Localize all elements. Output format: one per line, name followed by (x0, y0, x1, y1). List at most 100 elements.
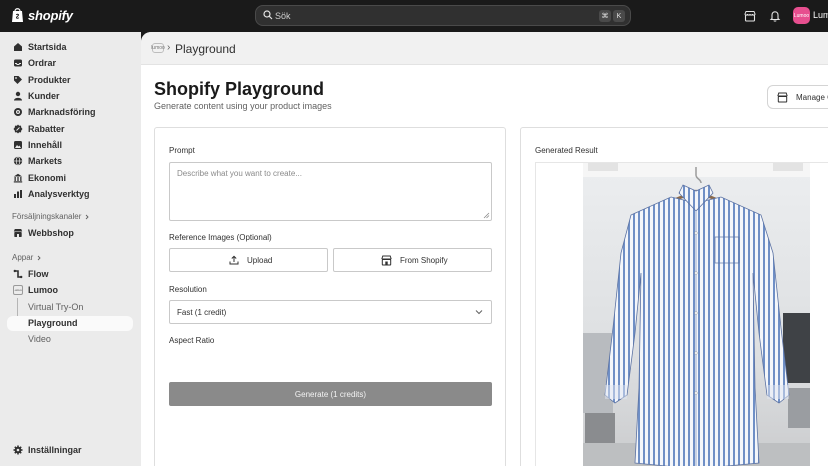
sidebar-item-label: Innehåll (28, 140, 63, 150)
search-input[interactable] (275, 6, 575, 25)
prompt-input[interactable] (169, 162, 492, 221)
apps-header[interactable]: Appar (12, 253, 42, 262)
person-icon (14, 91, 22, 101)
upload-label: Upload (247, 256, 273, 265)
sidebar-item-label: Analysverktyg (28, 189, 90, 199)
from-shopify-label: From Shopify (400, 256, 448, 265)
shopify-bag-icon (12, 8, 23, 22)
sidebar-item-startsida[interactable]: Startsida (7, 40, 133, 55)
shortcut-key-k: K (613, 10, 625, 22)
chevron-right-icon (38, 255, 41, 260)
generated-result-title: Generated Result (535, 146, 598, 155)
generated-result-card: Generated Result (520, 127, 828, 466)
sidebar-item-markets[interactable]: Markets (7, 154, 133, 169)
reference-images-label: Reference Images (Optional) (169, 233, 272, 242)
from-shopify-button[interactable]: From Shopify (333, 248, 492, 272)
sidebar-item-label: Kunder (28, 91, 60, 101)
sidebar-subitem-playground[interactable]: Playground (7, 316, 133, 331)
manage-credits-button[interactable]: Manage Credits (767, 85, 828, 109)
store-name[interactable]: Lumo (813, 10, 828, 20)
home-icon (14, 43, 22, 51)
inbox-icon (14, 59, 22, 67)
sidebar-item-webbshop[interactable]: Webbshop (7, 226, 133, 241)
top-bar: shopify ⌘ K Lumoo Lumo (0, 0, 828, 32)
search-bar[interactable]: ⌘ K (255, 5, 631, 26)
sidebar-item-lumoo[interactable]: Lumoo Lumoo (7, 283, 133, 298)
sidebar-item-label: Markets (28, 156, 63, 166)
app-content: Shopify Playground Generate content usin… (141, 65, 828, 466)
bell-icon[interactable] (768, 9, 782, 23)
shopify-logo[interactable]: shopify (11, 7, 73, 23)
content-icon (14, 141, 22, 149)
chevron-down-icon (475, 310, 483, 315)
sidebar-item-innehall[interactable]: Innehåll (7, 138, 133, 153)
resolution-select[interactable]: Fast (1 credit) (169, 300, 492, 324)
sidebar-subitem-label: Virtual Try-On (28, 302, 84, 312)
target-icon (14, 108, 22, 116)
lumoo-app-icon[interactable]: lumoo (151, 43, 165, 53)
generated-shirt-image[interactable] (583, 163, 810, 466)
store-icon (13, 229, 23, 237)
generate-button[interactable]: Generate (1 credits) (169, 382, 492, 406)
sidebar-subitem-label: Video (28, 334, 51, 344)
flow-icon (13, 269, 23, 279)
chart-icon (14, 190, 22, 198)
sidebar-subitem-label: Playground (28, 318, 78, 328)
sidebar-subitem-video[interactable]: Video (7, 332, 133, 347)
sidebar-subitem-virtual-try-on[interactable]: Virtual Try-On (7, 300, 133, 315)
gear-icon (13, 445, 23, 455)
apps-label: Appar (12, 253, 34, 262)
prompt-form-card: Prompt Reference Images (Optional) Uploa… (154, 127, 506, 466)
sidebar-item-label: Lumoo (28, 285, 58, 295)
search-icon (263, 10, 273, 20)
page-subtitle: Generate content using your product imag… (154, 101, 332, 111)
shopify-wordmark: shopify (28, 7, 73, 23)
resize-grip-icon[interactable] (483, 212, 490, 219)
sidebar-item-label: Rabatter (28, 124, 65, 134)
sidebar-item-label: Inställningar (28, 445, 82, 455)
sidebar-item-rabatter[interactable]: Rabatter (7, 122, 133, 137)
breadcrumb-chevron-icon: › (167, 42, 171, 53)
sidebar-item-analysverktyg[interactable]: Analysverktyg (7, 187, 133, 202)
store-icon (777, 92, 788, 103)
store-icon[interactable] (743, 9, 757, 23)
sidebar: Startsida Ordrar Produkter Kunder Markna… (0, 32, 141, 466)
sidebar-item-label: Ekonomi (28, 173, 67, 183)
resolution-label: Resolution (169, 285, 207, 294)
sidebar-item-label: Ordrar (28, 58, 57, 68)
sidebar-item-label: Produkter (28, 75, 71, 85)
shortcut-key-command: ⌘ (599, 10, 611, 22)
sidebar-item-flow[interactable]: Flow (7, 267, 133, 282)
main-area: lumoo › Playground Shopify Playground Ge… (141, 32, 828, 466)
prompt-label: Prompt (169, 146, 195, 155)
tag-icon (14, 76, 22, 84)
app-header: lumoo › Playground (141, 32, 828, 65)
upload-button[interactable]: Upload (169, 248, 328, 272)
generated-image-frame (535, 162, 828, 466)
sidebar-item-marknadsforing[interactable]: Marknadsföring (7, 105, 133, 120)
sidebar-item-label: Marknadsföring (28, 107, 96, 117)
resolution-selected-value: Fast (1 credit) (177, 308, 227, 317)
bank-icon (13, 173, 23, 183)
sidebar-item-produkter[interactable]: Produkter (7, 73, 133, 88)
aspect-ratio-label: Aspect Ratio (169, 336, 215, 345)
sidebar-item-kunder[interactable]: Kunder (7, 89, 133, 104)
manage-credits-label: Manage Credits (796, 93, 828, 102)
chevron-right-icon (86, 214, 90, 219)
sidebar-item-ekonomi[interactable]: Ekonomi (7, 171, 133, 186)
sidebar-item-settings[interactable]: Inställningar (7, 443, 133, 458)
sales-channels-label: Försäljningskanaler (12, 212, 82, 221)
lumoo-app-icon: Lumoo (13, 285, 23, 295)
page-title: Shopify Playground (154, 79, 325, 99)
globe-icon (13, 156, 23, 166)
sales-channels-header[interactable]: Försäljningskanaler (12, 212, 90, 221)
sidebar-item-label: Flow (28, 269, 49, 279)
discount-icon (13, 124, 23, 134)
page-breadcrumb-title: Playground (175, 42, 236, 56)
store-icon (381, 255, 392, 266)
generate-label: Generate (1 credits) (294, 389, 367, 399)
upload-icon (229, 255, 239, 265)
sidebar-item-ordrar[interactable]: Ordrar (7, 56, 133, 71)
store-avatar[interactable]: Lumoo (793, 7, 810, 24)
sidebar-item-label: Startsida (28, 42, 67, 52)
